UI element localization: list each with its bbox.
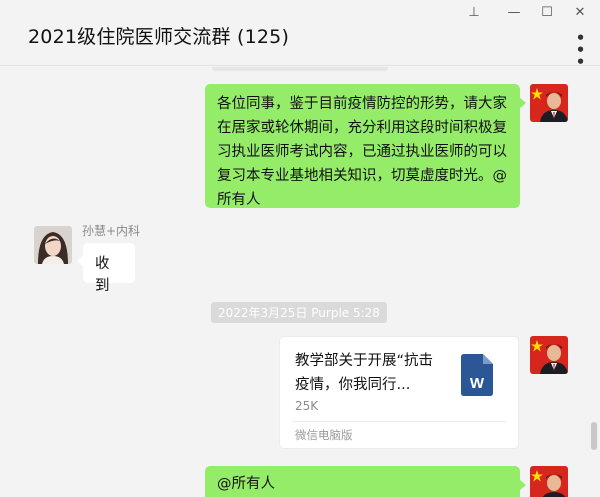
- sender-avatar[interactable]: [34, 226, 72, 264]
- my-avatar[interactable]: [530, 84, 568, 122]
- file-card-divider: [292, 421, 506, 422]
- close-button[interactable]: ✕: [569, 4, 591, 22]
- file-size: 25K: [295, 399, 319, 413]
- avatar-flag-portrait-icon: [530, 336, 568, 374]
- chat-title: 2021级住院医师交流群 (125): [28, 26, 290, 48]
- chat-area[interactable]: 各位同事，鉴于目前疫情防控的形势，请大家在居家或轮休期间，充分利用这段时间积极复…: [0, 67, 600, 497]
- more-options-icon[interactable]: • • •: [568, 31, 594, 70]
- avatar-flag-portrait-icon: [530, 84, 568, 122]
- message-bubble-me[interactable]: @所有人: [205, 466, 526, 497]
- my-avatar[interactable]: [530, 466, 568, 497]
- message-text: @所有人: [217, 476, 275, 492]
- svg-text:W: W: [470, 375, 485, 392]
- message-timestamp: 2022年3月25日 Purple 5:28: [211, 302, 387, 323]
- message-bubble-me[interactable]: 各位同事，鉴于目前疫情防控的形势，请大家在居家或轮休期间，充分利用这段时间积极复…: [205, 84, 526, 208]
- title-bar: 2021级住院医师交流群 (125) ⊥ — ☐ ✕ • • •: [0, 0, 600, 70]
- minimize-button[interactable]: —: [503, 4, 525, 22]
- my-avatar[interactable]: [530, 336, 568, 374]
- message-text: 收到: [95, 256, 110, 294]
- pin-icon[interactable]: ⊥: [463, 4, 485, 22]
- message-text: 各位同事，鉴于目前疫情防控的形势，请大家在居家或轮休期间，充分利用这段时间积极复…: [217, 96, 507, 208]
- file-message-card[interactable]: 教学部关于开展“抗击疫情，你我同行... W 25K 微信电脑版: [279, 336, 519, 449]
- word-doc-icon: W: [461, 354, 493, 396]
- previous-message-fragment: [212, 67, 388, 71]
- maximize-button[interactable]: ☐: [536, 4, 558, 22]
- file-source-label: 微信电脑版: [295, 428, 353, 442]
- avatar-portrait-icon: [34, 226, 72, 264]
- file-name: 教学部关于开展“抗击疫情，你我同行...: [295, 353, 434, 393]
- message-bubble-other[interactable]: 收到: [77, 243, 135, 294]
- avatar-flag-portrait-icon: [530, 466, 568, 497]
- chat-scrollbar[interactable]: [591, 422, 597, 450]
- sender-name: 孙慧+内科: [82, 224, 141, 238]
